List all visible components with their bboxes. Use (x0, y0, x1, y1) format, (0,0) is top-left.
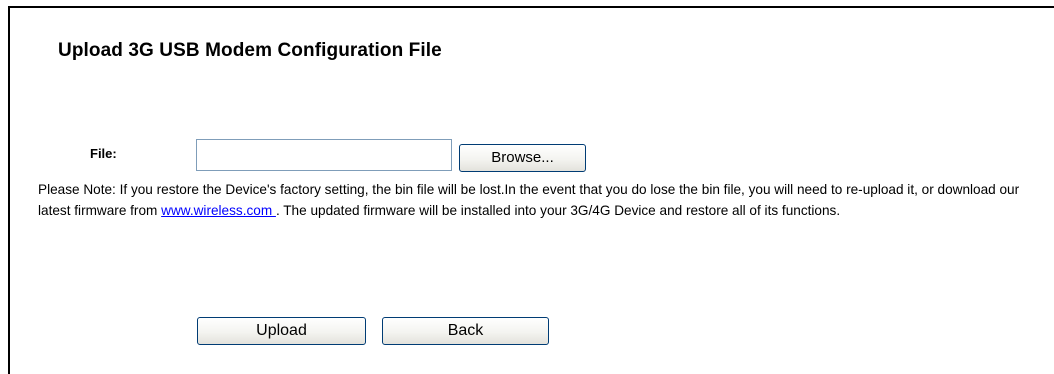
browse-button[interactable]: Browse... (459, 144, 586, 172)
note-text: Please Note: If you restore the Device's… (38, 179, 1048, 221)
file-path-input[interactable] (196, 139, 452, 171)
page-title: Upload 3G USB Modem Configuration File (58, 40, 442, 61)
file-label: File: (90, 146, 117, 161)
firmware-download-link[interactable]: www.wireless.com (161, 203, 276, 218)
note-text-after-link: . The updated firmware will be installed… (275, 203, 841, 218)
upload-button[interactable]: Upload (197, 317, 366, 345)
back-button[interactable]: Back (382, 317, 549, 345)
